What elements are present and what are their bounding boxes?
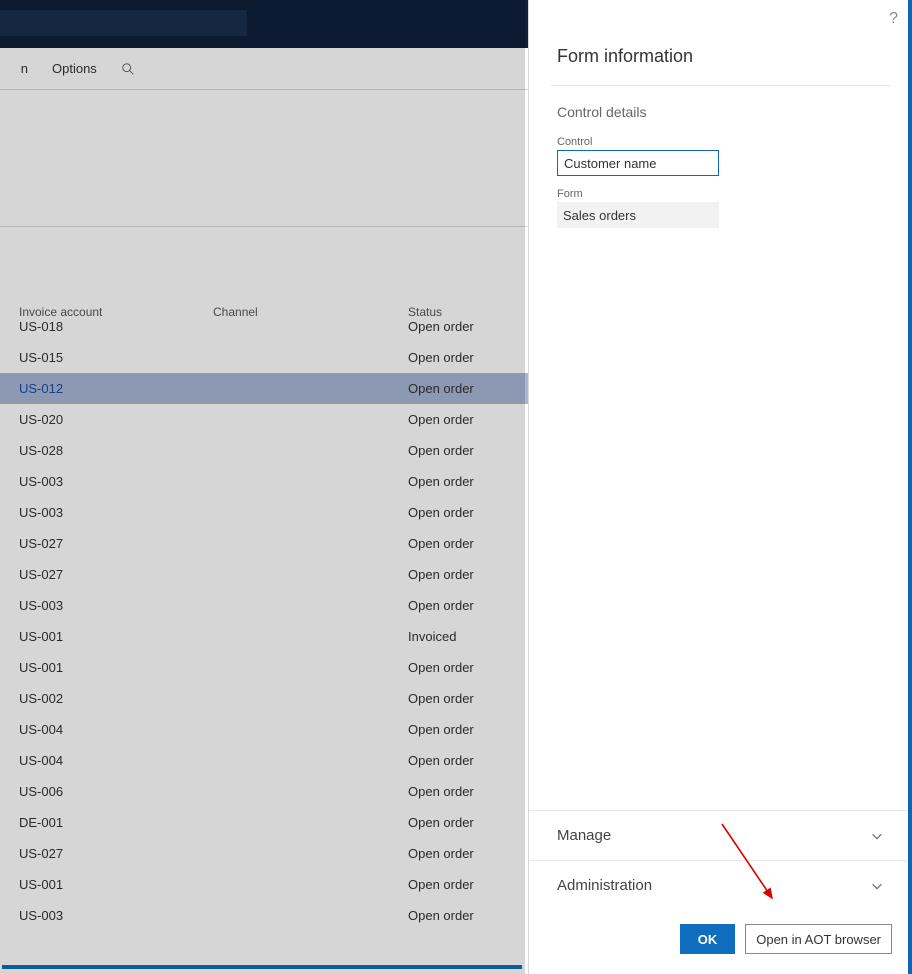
command-options[interactable]: Options: [52, 61, 97, 76]
panel-right-edge: [908, 0, 912, 974]
accordion-administration-label: Administration: [557, 877, 652, 894]
cell-status: Open order: [408, 342, 474, 373]
cell-invoice-account[interactable]: US-004: [19, 745, 63, 776]
cell-status: Open order: [408, 807, 474, 838]
cell-invoice-account[interactable]: US-003: [19, 497, 63, 528]
control-field-input[interactable]: [557, 150, 719, 176]
cell-status: Open order: [408, 869, 474, 900]
cell-invoice-account[interactable]: US-027: [19, 559, 63, 590]
accordion-administration[interactable]: Administration: [529, 860, 912, 910]
cell-invoice-account[interactable]: US-027: [19, 528, 63, 559]
cell-invoice-account[interactable]: US-006: [19, 776, 63, 807]
cell-invoice-account[interactable]: US-015: [19, 342, 63, 373]
cell-invoice-account[interactable]: US-004: [19, 714, 63, 745]
search-icon[interactable]: [121, 62, 135, 76]
cell-invoice-account[interactable]: US-001: [19, 652, 63, 683]
form-field-label: Form: [557, 188, 884, 200]
panel-title: Form information: [529, 32, 912, 85]
cell-status: Open order: [408, 373, 474, 404]
cell-status: Open order: [408, 590, 474, 621]
cell-invoice-account[interactable]: US-012: [19, 373, 63, 404]
cell-invoice-account[interactable]: US-027: [19, 838, 63, 869]
cell-invoice-account[interactable]: US-018: [19, 311, 63, 342]
cell-invoice-account[interactable]: US-002: [19, 683, 63, 714]
cell-status: Open order: [408, 776, 474, 807]
cell-status: Open order: [408, 714, 474, 745]
cell-status: Open order: [408, 311, 474, 342]
global-search-box[interactable]: [0, 10, 247, 36]
cell-status: Open order: [408, 559, 474, 590]
horizontal-scrollbar[interactable]: [2, 965, 522, 969]
cell-status: Open order: [408, 838, 474, 869]
open-in-aot-browser-button[interactable]: Open in AOT browser: [745, 924, 892, 954]
cell-status: Open order: [408, 528, 474, 559]
panel-footer: OK Open in AOT browser: [529, 910, 912, 974]
cell-status: Open order: [408, 435, 474, 466]
form-field-readonly: Sales orders: [557, 202, 719, 228]
section-control-details: Control details: [529, 86, 912, 130]
ok-button[interactable]: OK: [680, 924, 736, 954]
cell-status: Invoiced: [408, 621, 456, 652]
cell-invoice-account[interactable]: US-003: [19, 900, 63, 931]
cell-invoice-account[interactable]: US-020: [19, 404, 63, 435]
chevron-down-icon: [870, 879, 884, 893]
cell-invoice-account[interactable]: US-001: [19, 621, 63, 652]
cell-invoice-account[interactable]: US-028: [19, 435, 63, 466]
command-partial[interactable]: n: [18, 61, 28, 76]
cell-status: Open order: [408, 745, 474, 776]
accordion-manage[interactable]: Manage: [529, 810, 912, 860]
accordion-manage-label: Manage: [557, 827, 611, 844]
cell-status: Open order: [408, 900, 474, 931]
cell-status: Open order: [408, 466, 474, 497]
help-icon[interactable]: ?: [885, 6, 902, 32]
cell-status: Open order: [408, 683, 474, 714]
control-field-label: Control: [557, 136, 884, 148]
cell-status: Open order: [408, 404, 474, 435]
cell-invoice-account[interactable]: US-003: [19, 466, 63, 497]
cell-invoice-account[interactable]: US-003: [19, 590, 63, 621]
cell-invoice-account[interactable]: DE-001: [19, 807, 63, 838]
cell-status: Open order: [408, 652, 474, 683]
cell-status: Open order: [408, 497, 474, 528]
chevron-down-icon: [870, 829, 884, 843]
form-information-panel: ? Form information Control details Contr…: [528, 0, 912, 974]
cell-invoice-account[interactable]: US-001: [19, 869, 63, 900]
